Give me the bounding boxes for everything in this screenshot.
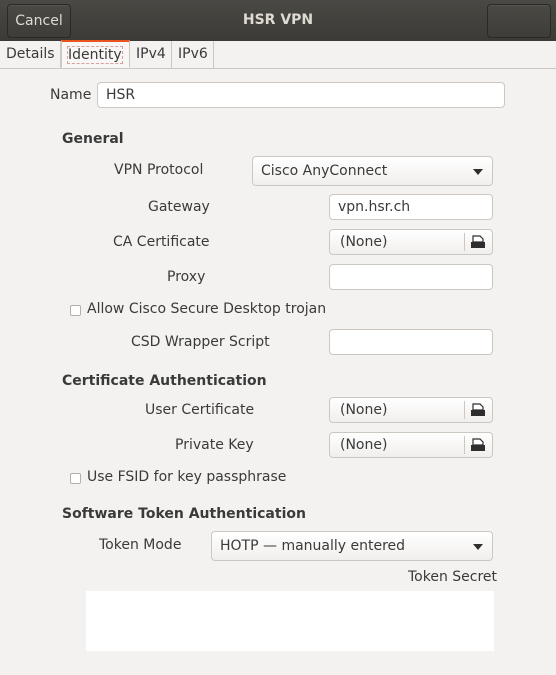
private-key-chooser[interactable]: (None) — [329, 432, 493, 458]
gateway-field[interactable]: vpn.hsr.ch — [329, 194, 493, 220]
document-open-icon — [471, 235, 485, 248]
document-open-icon — [471, 403, 485, 416]
divider — [464, 436, 465, 454]
save-button[interactable] — [487, 4, 551, 38]
tab-ipv6-label: IPv6 — [178, 46, 208, 62]
header-bar: Cancel HSR VPN — [0, 0, 556, 42]
tab-details[interactable]: Details — [0, 41, 61, 68]
divider — [464, 233, 465, 251]
cert-auth-heading: Certificate Authentication — [62, 373, 267, 389]
ca-certificate-label: CA Certificate — [113, 234, 210, 250]
user-certificate-value: (None) — [340, 402, 388, 418]
token-secret-label: Token Secret — [408, 569, 498, 585]
divider — [464, 401, 465, 419]
csd-wrapper-label: CSD Wrapper Script — [131, 334, 270, 350]
chevron-down-icon — [473, 169, 483, 175]
tab-identity-label: Identity — [67, 46, 123, 64]
vpn-protocol-value: Cisco AnyConnect — [261, 163, 388, 179]
ca-certificate-chooser[interactable]: (None) — [329, 229, 493, 255]
user-certificate-label: User Certificate — [145, 402, 255, 418]
general-heading: General — [62, 131, 124, 147]
token-auth-heading: Software Token Authentication — [62, 506, 306, 522]
private-key-label: Private Key — [175, 437, 254, 453]
allow-csd-checkbox[interactable] — [70, 305, 81, 316]
use-fsid-label: Use FSID for key passphrase — [87, 469, 287, 485]
chevron-down-icon — [473, 544, 483, 550]
name-field[interactable]: HSR — [97, 82, 505, 108]
use-fsid-checkbox[interactable] — [70, 473, 81, 484]
name-label: Name — [50, 87, 92, 103]
ca-certificate-value: (None) — [340, 234, 388, 250]
vpn-protocol-select[interactable]: Cisco AnyConnect — [252, 156, 493, 186]
proxy-field[interactable] — [329, 264, 493, 290]
token-mode-select[interactable]: HOTP — manually entered — [211, 531, 493, 561]
tab-ipv4-label: IPv4 — [136, 46, 166, 62]
user-certificate-chooser[interactable]: (None) — [329, 397, 493, 423]
token-mode-label: Token Mode — [99, 537, 182, 553]
tab-bar: Details Identity IPv4 IPv6 — [0, 40, 556, 69]
tab-ipv6[interactable]: IPv6 — [172, 41, 214, 68]
window-title: HSR VPN — [242, 12, 314, 28]
proxy-label: Proxy — [167, 269, 206, 285]
document-open-icon — [471, 438, 485, 451]
private-key-value: (None) — [340, 437, 388, 453]
tab-ipv4[interactable]: IPv4 — [130, 41, 172, 68]
csd-wrapper-field[interactable] — [329, 329, 493, 355]
tab-identity[interactable]: Identity — [61, 40, 130, 68]
token-secret-textarea[interactable] — [86, 591, 494, 651]
gateway-label: Gateway — [148, 199, 210, 215]
allow-csd-label: Allow Cisco Secure Desktop trojan — [87, 301, 327, 317]
vpn-protocol-label: VPN Protocol — [114, 162, 204, 178]
tab-details-label: Details — [6, 46, 55, 62]
token-mode-value: HOTP — manually entered — [220, 538, 406, 554]
